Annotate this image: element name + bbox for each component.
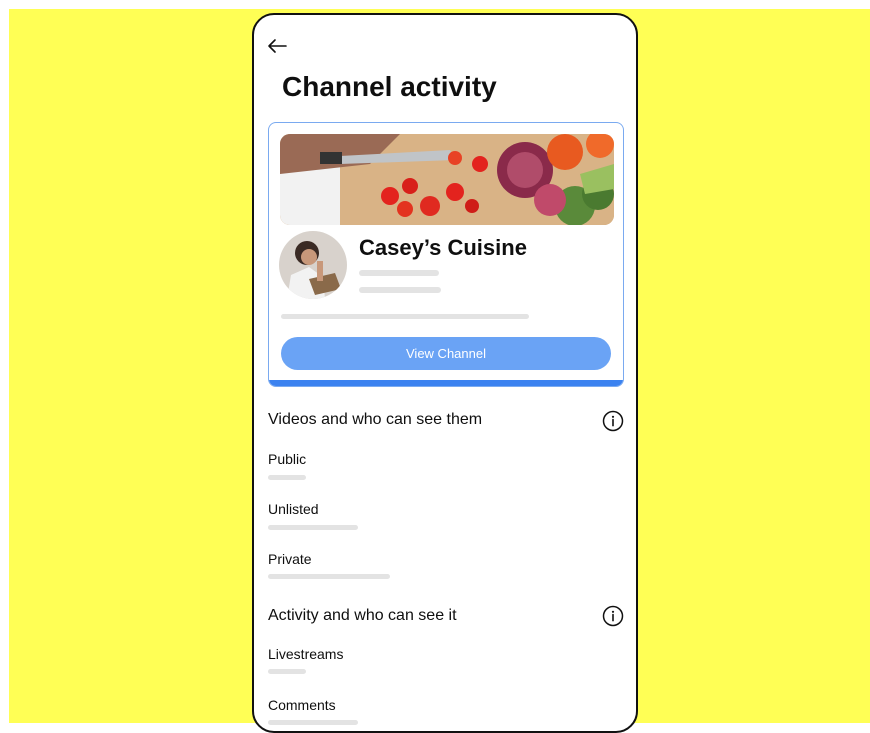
info-icon[interactable] — [602, 605, 624, 627]
visibility-option-unlisted[interactable]: Unlisted — [268, 501, 319, 517]
visibility-option-public[interactable]: Public — [268, 451, 306, 467]
visibility-option-private[interactable]: Private — [268, 551, 312, 567]
section-heading-videos: Videos and who can see them — [268, 411, 483, 428]
channel-avatar — [279, 231, 347, 299]
skeleton-line — [268, 669, 306, 674]
skeleton-line — [268, 574, 390, 579]
skeleton-line — [359, 270, 439, 276]
skeleton-line — [268, 475, 306, 480]
channel-banner-image — [280, 134, 614, 225]
page-title: Channel activity — [282, 71, 497, 102]
channel-card: Casey’s Cuisine View Channel — [268, 122, 624, 387]
arrow-left-icon — [268, 39, 287, 53]
skeleton-line — [359, 287, 441, 293]
back-button[interactable] — [266, 35, 288, 57]
phone-screen: Channel activity Casey’s Cuisine View Ch… — [252, 13, 638, 733]
section-heading-activity: Activity and who can see it — [268, 607, 457, 624]
skeleton-line — [281, 314, 529, 319]
info-icon[interactable] — [602, 410, 624, 432]
card-accent-bar — [269, 380, 623, 386]
activity-option-comments[interactable]: Comments — [268, 697, 336, 713]
channel-name: Casey’s Cuisine — [359, 235, 527, 260]
skeleton-line — [268, 525, 358, 530]
view-channel-button[interactable]: View Channel — [281, 337, 611, 370]
activity-option-livestreams[interactable]: Livestreams — [268, 646, 343, 662]
